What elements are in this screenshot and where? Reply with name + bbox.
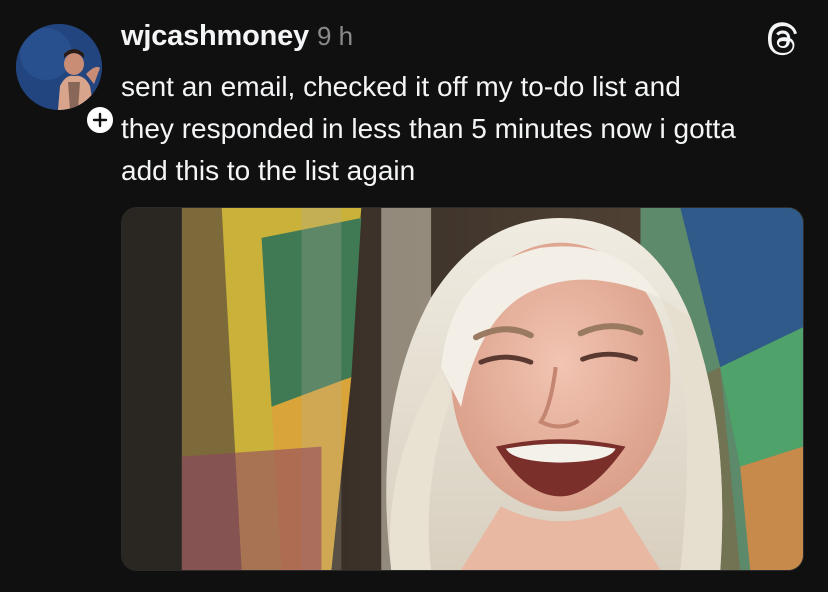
author-avatar-container[interactable]	[16, 24, 116, 136]
author-username[interactable]: wjcashmoney	[121, 20, 309, 53]
author-avatar[interactable]	[16, 24, 102, 110]
plus-icon	[92, 112, 108, 128]
follow-button[interactable]	[84, 104, 116, 136]
avatar-image	[16, 24, 102, 110]
post-header: wjcashmoney 9 h	[121, 20, 353, 58]
meme-image	[122, 208, 803, 570]
threads-logo-icon[interactable]	[768, 22, 800, 58]
post-body-text: sent an email, checked it off my to-do l…	[121, 71, 736, 186]
post-timestamp: 9 h	[317, 21, 354, 51]
post-media-image[interactable]	[121, 207, 804, 571]
